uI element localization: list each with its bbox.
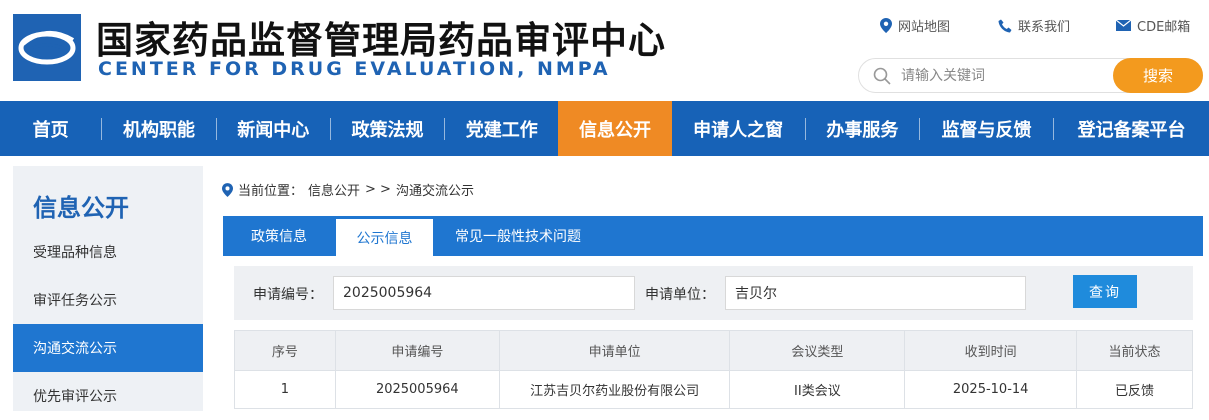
col-header-meeting-type: 会议类型 (729, 330, 906, 371)
sidebar: 信息公开 受理品种信息 审评任务公示 沟通交流公示 优先审评公示 (13, 166, 203, 411)
nav-item-info-disclosure[interactable]: 信息公开 (558, 101, 672, 156)
mail-link[interactable]: CDE邮箱 (1116, 16, 1190, 35)
search-icon (873, 67, 891, 85)
sitemap-label: 网站地图 (898, 20, 951, 35)
nav-item-policy[interactable]: 政策法规 (331, 101, 444, 156)
app-no-input[interactable] (333, 276, 635, 310)
nav-item-applicant[interactable]: 申请人之窗 (672, 101, 805, 156)
breadcrumb-current: 沟通交流公示 (395, 184, 474, 199)
site-title-en: CENTER FOR DRUG EVALUATION, NMPA (98, 58, 611, 80)
contact-link[interactable]: 联系我们 (998, 16, 1070, 35)
unit-label: 申请单位： (645, 287, 715, 303)
col-header-status: 当前状态 (1076, 330, 1193, 371)
location-icon (222, 182, 233, 197)
tab-public-info[interactable]: 公示信息 (336, 219, 433, 256)
mail-label: CDE邮箱 (1137, 20, 1191, 35)
tab-common-questions[interactable]: 常见一般性技术问题 (445, 216, 591, 256)
col-header-app-no: 申请编号 (334, 330, 500, 371)
table-header-row: 序号 申请编号 申请单位 会议类型 收到时间 当前状态 (234, 330, 1193, 371)
sidebar-item-review-tasks[interactable]: 审评任务公示 (13, 276, 203, 324)
contact-label: 联系我们 (1018, 20, 1071, 35)
cell-unit: 江苏吉贝尔药业股份有限公司 (498, 370, 731, 409)
nav-item-registration[interactable]: 登记备案平台 (1054, 101, 1209, 156)
sidebar-item-priority-review[interactable]: 优先审评公示 (13, 372, 203, 420)
mail-icon (1116, 20, 1131, 31)
results-table: 序号 申请编号 申请单位 会议类型 收到时间 当前状态 1 2025005964… (234, 330, 1193, 409)
nav-item-home[interactable]: 首页 (0, 101, 101, 156)
breadcrumb-link[interactable]: 信息公开 (308, 180, 360, 199)
top-links: 网站地图 联系我们 CDE邮箱 (0, 16, 1209, 36)
col-header-unit: 申请单位 (498, 330, 731, 371)
tab-policy-info[interactable]: 政策信息 (223, 216, 335, 256)
nav-item-party[interactable]: 党建工作 (445, 101, 558, 156)
table-row[interactable]: 1 2025005964 江苏吉贝尔药业股份有限公司 II类会议 2025-10… (234, 370, 1193, 409)
search-box: 搜索 (858, 58, 1203, 93)
breadcrumb-separator: > > (365, 182, 391, 197)
cell-index: 1 (234, 370, 336, 409)
sidebar-item-accepted-varieties[interactable]: 受理品种信息 (13, 228, 203, 276)
cell-received: 2025-10-14 (904, 370, 1078, 409)
content-tabs: 政策信息 公示信息 常见一般性技术问题 (223, 216, 1203, 256)
nav-item-services[interactable]: 办事服务 (806, 101, 919, 156)
breadcrumb: 当前位置： 信息公开 > > 沟通交流公示 (222, 180, 474, 199)
cell-status: 已反馈 (1076, 370, 1193, 409)
nav-item-functions[interactable]: 机构职能 (102, 101, 215, 156)
filter-bar: 申请编号： 申请单位： 查询 (234, 266, 1193, 320)
col-header-received: 收到时间 (904, 330, 1078, 371)
site-header: 国家药品监督管理局药品审评中心 CENTER FOR DRUG EVALUATI… (0, 0, 1209, 101)
app-no-label: 申请编号： (253, 287, 323, 303)
sidebar-title: 信息公开 (33, 194, 129, 222)
nav-item-news[interactable]: 新闻中心 (217, 101, 330, 156)
search-button[interactable]: 搜索 (1113, 58, 1203, 93)
unit-input[interactable] (725, 276, 1026, 310)
cell-meeting-type: II类会议 (729, 370, 906, 409)
search-input[interactable] (901, 66, 1101, 86)
col-header-index: 序号 (234, 330, 336, 371)
phone-icon (998, 19, 1012, 32)
nav-item-supervision[interactable]: 监督与反馈 (920, 101, 1053, 156)
map-pin-icon (880, 18, 892, 33)
sidebar-item-communication[interactable]: 沟通交流公示 (13, 324, 203, 372)
main-nav: 首页 机构职能 新闻中心 政策法规 党建工作 信息公开 申请人之窗 办事服务 监… (0, 101, 1209, 156)
cell-app-no: 2025005964 (334, 370, 500, 409)
breadcrumb-prefix: 当前位置： (238, 184, 304, 199)
sitemap-link[interactable]: 网站地图 (880, 16, 950, 35)
query-button[interactable]: 查询 (1073, 275, 1137, 308)
